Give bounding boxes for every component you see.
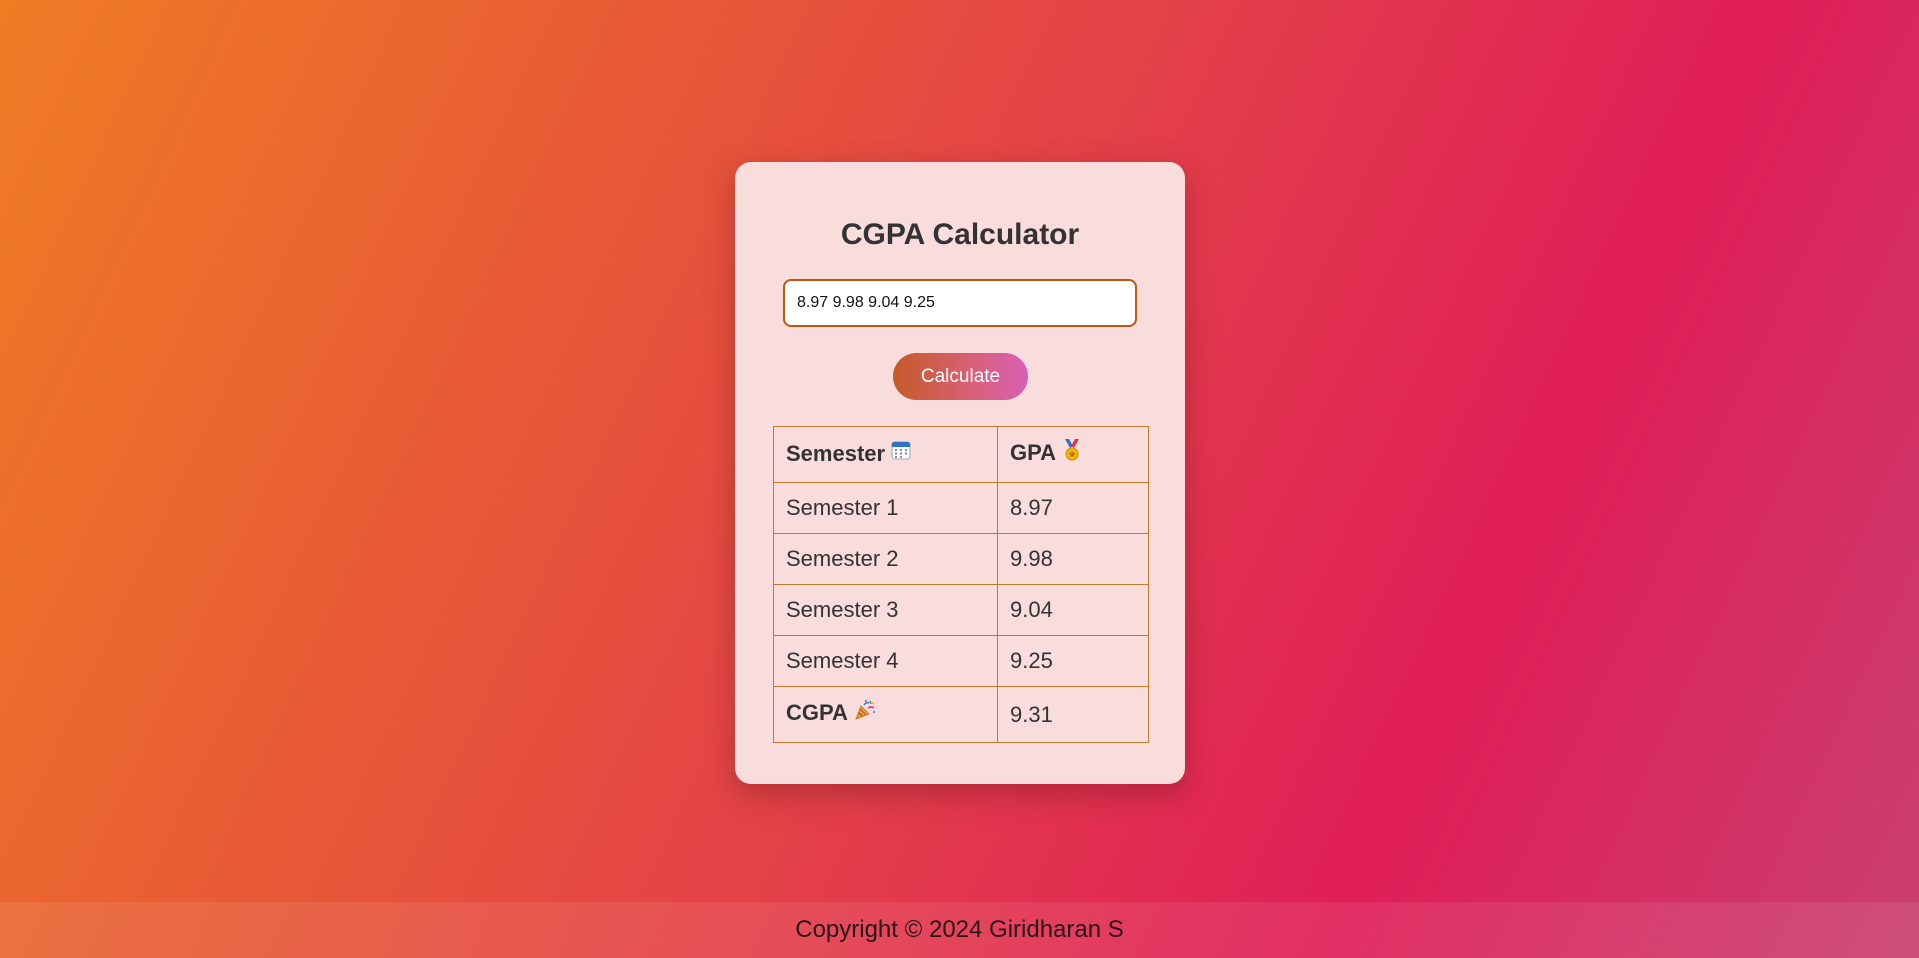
semester-cell: Semester 1: [773, 482, 998, 534]
semester-header-label: Semester: [786, 440, 886, 466]
copyright-text: Copyright © 2024 Giridharan S: [795, 916, 1124, 943]
footer: Copyright © 2024 Giridharan S: [0, 902, 1919, 958]
table-header-row: Semester GPA: [773, 426, 1149, 483]
cgpa-label-cell: CGPA: [773, 686, 998, 743]
gpa-cell: 9.25: [997, 635, 1149, 687]
table-row: Semester 4 9.25: [773, 635, 1149, 687]
party-popper-icon: [854, 699, 876, 727]
cgpa-row: CGPA 9.31: [773, 686, 1149, 743]
semester-header: Semester: [773, 426, 998, 483]
results-table: Semester GPA Semester 1 8.97 Semester 2 …: [773, 426, 1149, 743]
gpa-cell: 9.98: [997, 533, 1149, 585]
calculator-card: CGPA Calculator Calculate Semester GPA S…: [735, 162, 1185, 784]
calculate-button[interactable]: Calculate: [893, 353, 1028, 400]
table-row: Semester 3 9.04: [773, 584, 1149, 636]
gpa-input[interactable]: [783, 279, 1137, 327]
gpa-cell: 8.97: [997, 482, 1149, 534]
gpa-header: GPA: [997, 426, 1149, 483]
table-row: Semester 2 9.98: [773, 533, 1149, 585]
semester-cell: Semester 2: [773, 533, 998, 585]
page-title: CGPA Calculator: [840, 218, 1080, 251]
gpa-header-label: GPA: [1010, 440, 1057, 466]
cgpa-label: CGPA: [786, 700, 848, 726]
semester-cell: Semester 3: [773, 584, 998, 636]
table-row: Semester 1 8.97: [773, 482, 1149, 534]
gpa-cell: 9.04: [997, 584, 1149, 636]
calendar-icon: [891, 440, 911, 466]
semester-cell: Semester 4: [773, 635, 998, 687]
cgpa-value-cell: 9.31: [997, 686, 1149, 743]
medal-icon: [1062, 438, 1082, 467]
